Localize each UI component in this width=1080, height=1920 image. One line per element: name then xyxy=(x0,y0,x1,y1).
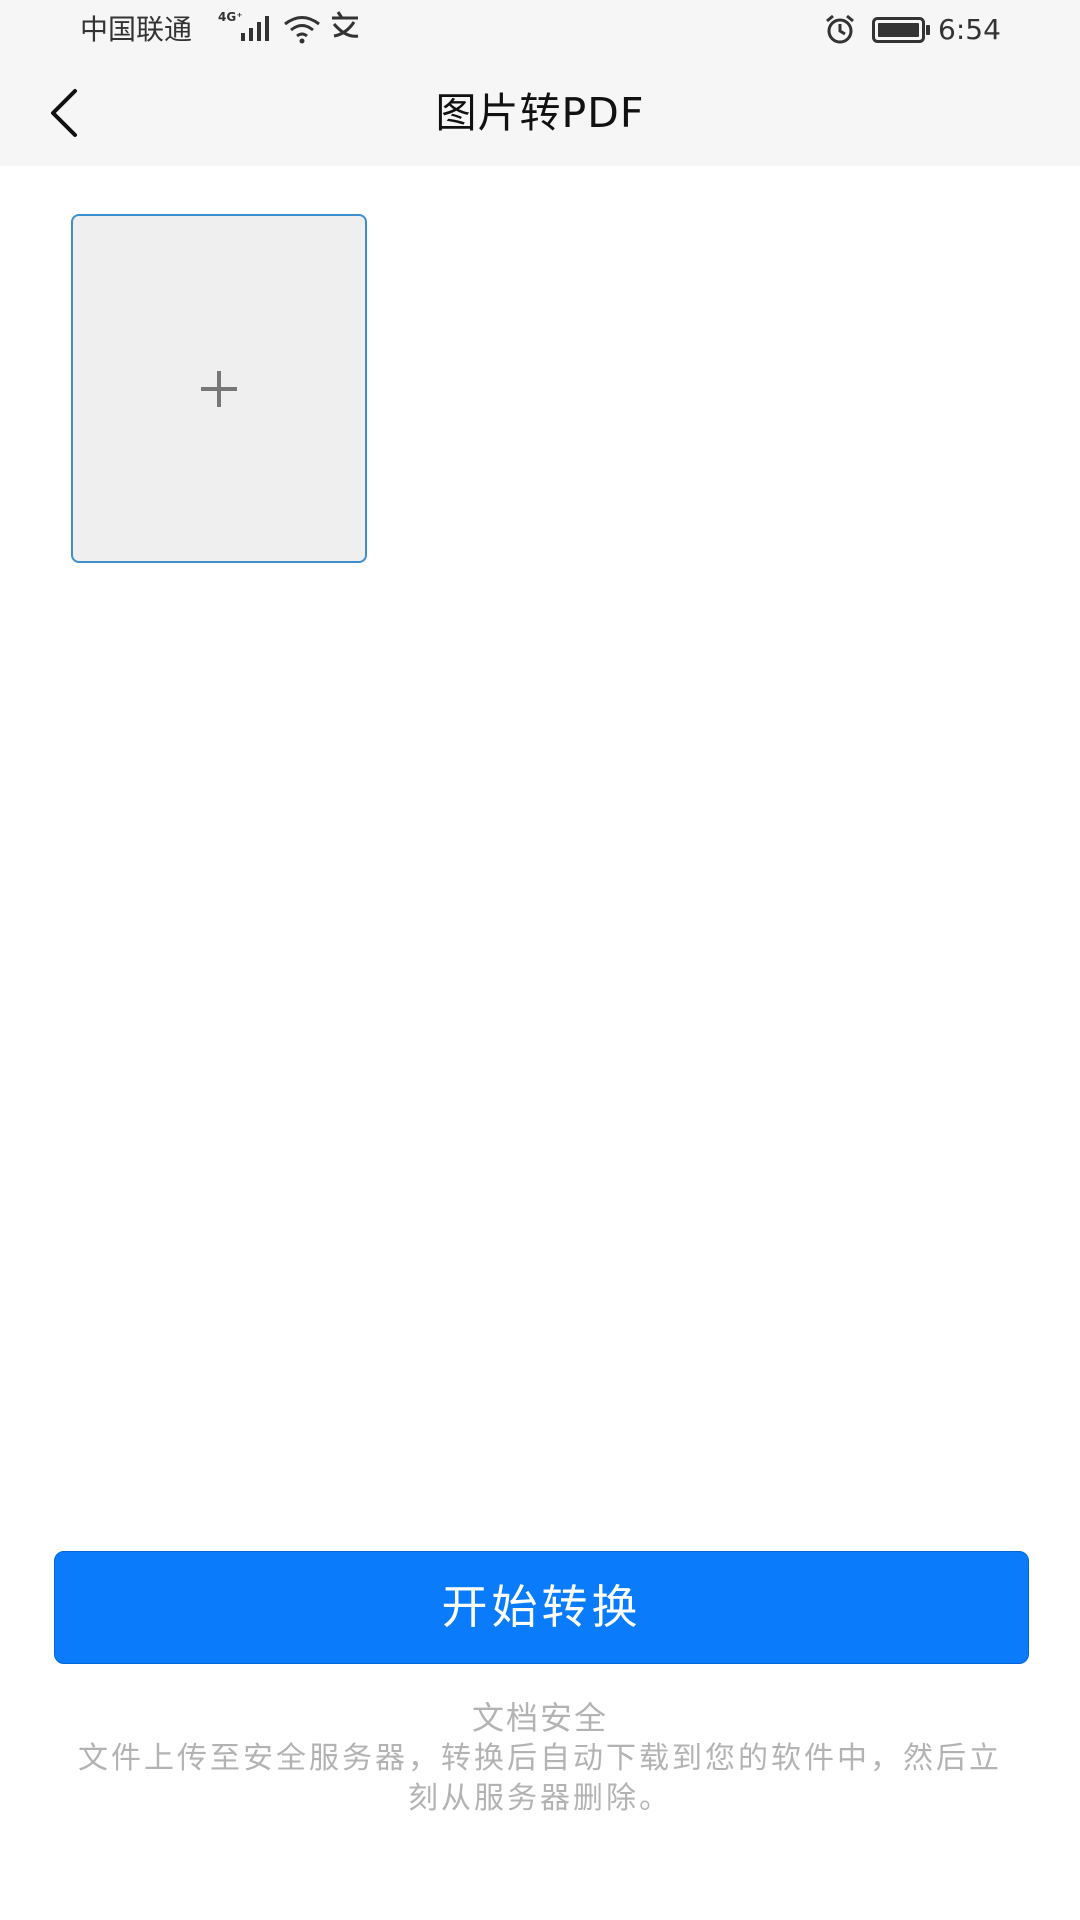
add-image-button[interactable] xyxy=(71,214,367,563)
status-bar: 中国联通 4G⁺ 6:54 xyxy=(0,0,1080,60)
security-title: 文档安全 xyxy=(471,1699,608,1737)
security-note: 文档安全 文件上传至安全服务器，转换后自动下载到您的软件中，然后立刻从服务器删除… xyxy=(60,1697,1020,1819)
signal-icon xyxy=(240,15,274,45)
carrier-label: 中国联通 xyxy=(80,13,193,46)
security-description: 文件上传至安全服务器，转换后自动下载到您的软件中，然后立刻从服务器删除。 xyxy=(78,1741,1002,1816)
back-button[interactable] xyxy=(30,78,100,148)
status-extra-icon xyxy=(328,10,362,51)
clock-time: 6:54 xyxy=(938,13,1001,46)
alarm-icon xyxy=(823,13,857,51)
page-title: 图片转PDF xyxy=(435,89,645,137)
start-conversion-button[interactable]: 开始转换 xyxy=(54,1551,1029,1664)
battery-icon xyxy=(872,17,932,47)
chevron-left-icon xyxy=(51,89,77,137)
wifi-icon xyxy=(283,14,321,48)
plus-icon xyxy=(201,370,237,407)
nav-bar: 图片转PDF xyxy=(0,60,1080,166)
network-type-label: 4G⁺ xyxy=(218,10,243,24)
screen: 中国联通 4G⁺ 6:54 图片转PDF 开始转换 文档安全 文件上传至安全服务… xyxy=(0,0,1080,1920)
